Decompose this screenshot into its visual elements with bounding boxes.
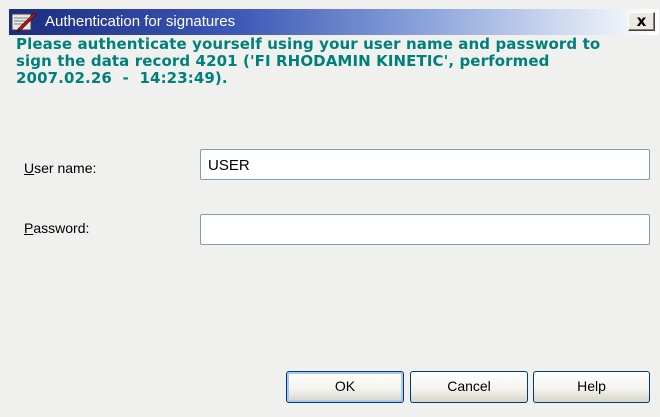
- username-label-accesskey: U: [24, 160, 35, 176]
- authentication-message: Please authenticate yourself using your …: [16, 36, 652, 87]
- password-label: Password:: [24, 220, 89, 236]
- message-line-1: Please authenticate yourself using your …: [16, 35, 601, 53]
- signature-pen-icon: [11, 11, 37, 33]
- close-button[interactable]: x: [628, 12, 655, 31]
- title-bar[interactable]: Authentication for signatures x: [9, 9, 659, 35]
- message-line-2: sign the data record 4201 ('FI RHODAMIN …: [16, 52, 550, 70]
- window-title: Authentication for signatures: [45, 13, 236, 30]
- password-label-text: assword:: [33, 220, 90, 236]
- help-button[interactable]: Help: [533, 371, 650, 403]
- password-input[interactable]: [200, 214, 650, 245]
- username-label: User name:: [24, 160, 96, 176]
- message-line-3: 2007.02.26 - 14:23:49).: [16, 69, 228, 87]
- authentication-dialog: Authentication for signatures x Please a…: [0, 0, 660, 417]
- username-input[interactable]: USER: [200, 149, 650, 180]
- ok-button[interactable]: OK: [286, 371, 404, 403]
- password-label-accesskey: P: [24, 220, 34, 236]
- cancel-button[interactable]: Cancel: [410, 371, 528, 403]
- username-label-text: ser name:: [34, 160, 97, 176]
